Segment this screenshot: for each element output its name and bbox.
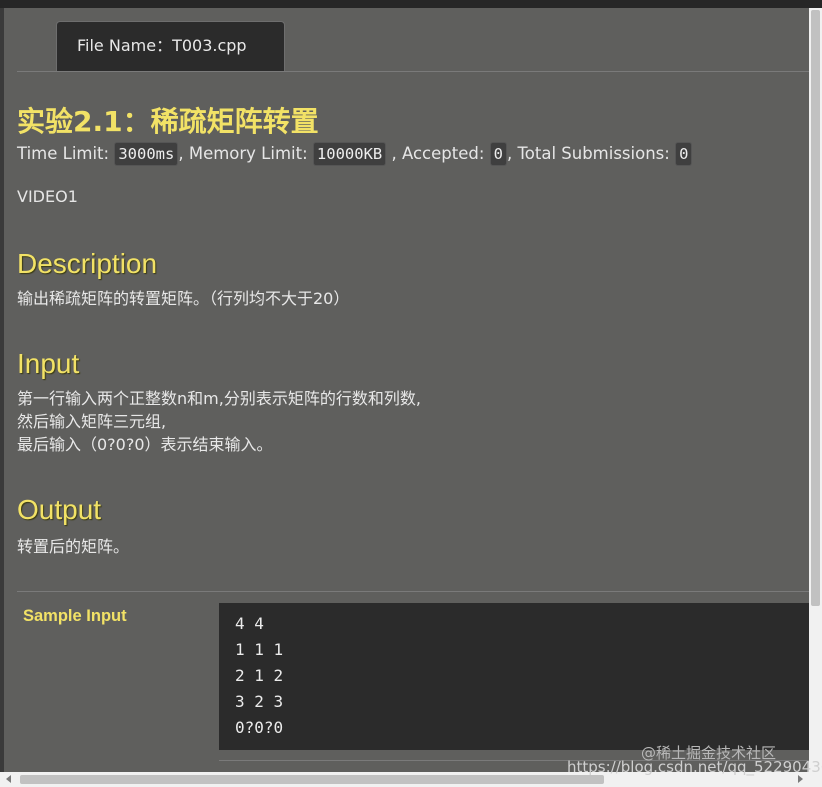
sample-line-3: 2 1 2	[235, 666, 284, 685]
scroll-left-arrow-icon[interactable]	[6, 775, 11, 783]
sample-line-4: 3 2 3	[235, 692, 284, 711]
section-divider	[17, 591, 809, 592]
sample-line-2: 1 1 1	[235, 640, 284, 659]
time-limit-value: 3000ms	[114, 142, 179, 166]
input-heading: Input	[17, 348, 80, 379]
input-line-3: 最后输入（0?0?0）表示结束输入。	[17, 435, 273, 454]
accepted-value: 0	[489, 142, 507, 166]
left-edge	[0, 8, 4, 787]
vertical-scrollbar-thumb[interactable]	[811, 10, 820, 606]
horizontal-scrollbar-thumb[interactable]	[20, 775, 604, 784]
total-submissions-label: , Total Submissions:	[507, 144, 670, 163]
sample-input-label: Sample Input	[23, 607, 127, 625]
memory-limit-label: , Memory Limit:	[178, 144, 308, 163]
sample-line-5: 0?0?0	[235, 718, 284, 737]
tab-file-name[interactable]: File Name：T003.cpp	[56, 21, 285, 71]
problem-source: VIDEO1	[17, 187, 78, 206]
scroll-right-arrow-icon[interactable]	[798, 775, 803, 783]
tab-label: File Name：T003.cpp	[77, 36, 247, 55]
output-heading: Output	[17, 494, 102, 525]
memory-limit-value: 10000KB	[312, 142, 387, 166]
sample-input-box: 4 4 1 1 1 2 1 2 3 2 3 0?0?0	[219, 603, 809, 750]
problem-limits: Time Limit: 3000ms, Memory Limit: 10000K…	[17, 142, 693, 166]
window-top-bar	[0, 0, 822, 8]
problem-title: 实验2.1：稀疏矩阵转置	[17, 105, 319, 138]
total-submissions-value: 0	[675, 142, 693, 166]
watermark-csdn-url: https://blog.csdn.net/qq_52290436	[567, 758, 822, 776]
description-text: 输出稀疏矩阵的转置矩阵。（行列均不大于20）	[17, 289, 350, 308]
input-line-1: 第一行输入两个正整数n和m,分别表示矩阵的行数和列数,	[17, 389, 421, 408]
sample-line-1: 4 4	[235, 614, 264, 633]
input-line-2: 然后输入矩阵三元组,	[17, 412, 167, 431]
tab-divider	[17, 71, 809, 72]
time-limit-label: Time Limit:	[17, 144, 110, 163]
description-heading: Description	[17, 248, 158, 279]
vertical-scrollbar[interactable]	[809, 8, 822, 772]
accepted-label: , Accepted:	[391, 144, 485, 163]
output-text: 转置后的矩阵。	[17, 537, 130, 556]
